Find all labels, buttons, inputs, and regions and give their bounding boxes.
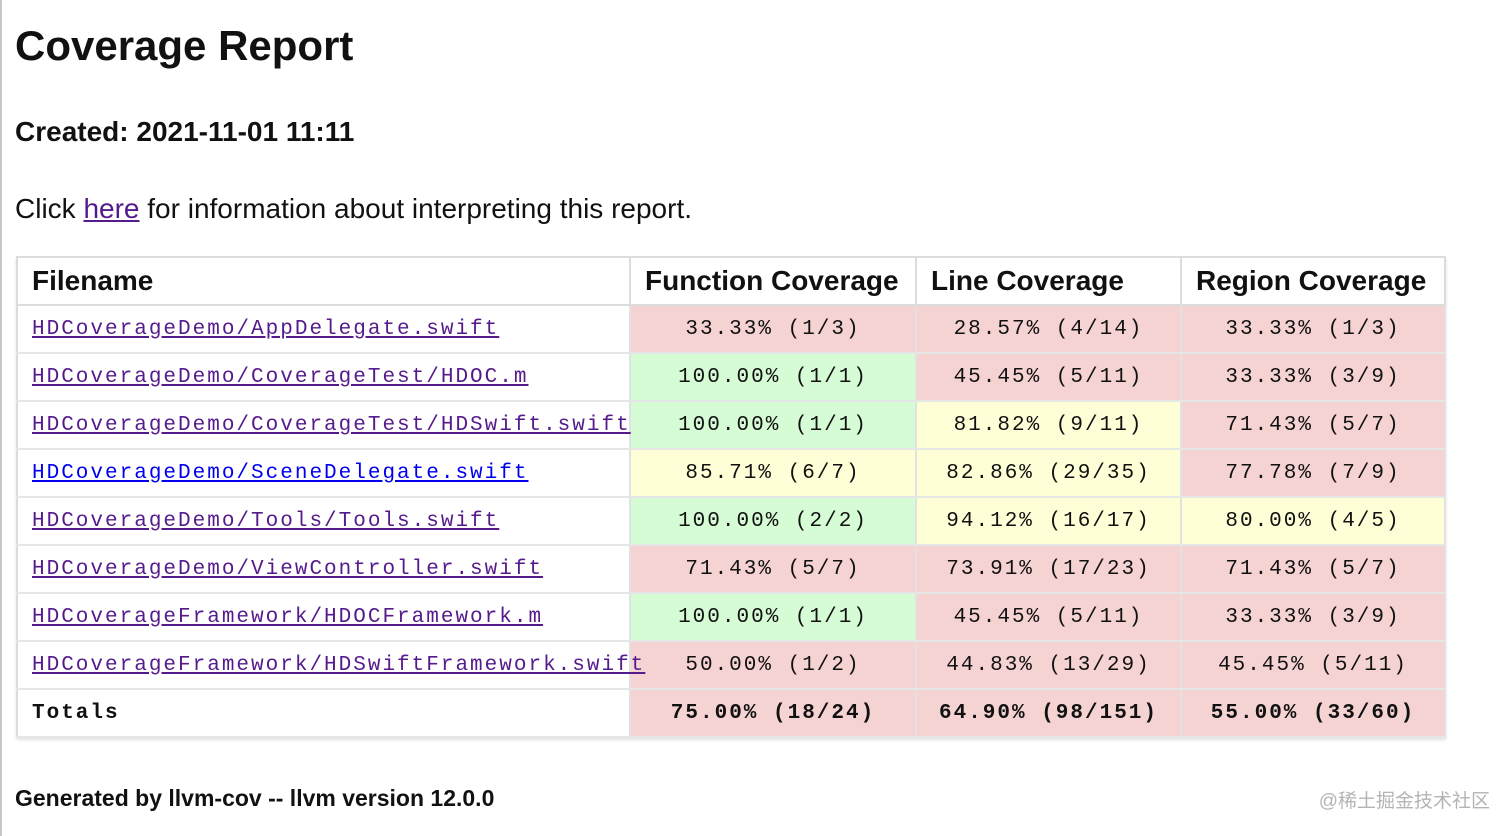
left-border (0, 0, 2, 836)
header-function-coverage: Function Coverage (630, 257, 917, 306)
region-coverage-cell: 71.43% (5/7) (1181, 401, 1446, 450)
line-coverage-cell: 94.12% (16/17) (916, 497, 1182, 546)
header-line-coverage: Line Coverage (916, 257, 1182, 306)
filename-cell: HDCoverageDemo/Tools/Tools.swift (17, 497, 631, 546)
info-text-after: for information about interpreting this … (139, 193, 693, 224)
line-coverage-cell: 81.82% (9/11) (916, 401, 1182, 450)
function-coverage-cell: 33.33% (1/3) (630, 305, 917, 354)
totals-function-coverage: 75.00% (18/24) (630, 689, 917, 738)
totals-row: Totals 75.00% (18/24) 64.90% (98/151) 55.00… (17, 689, 1446, 738)
function-coverage-cell: 100.00% (2/2) (630, 497, 917, 546)
region-coverage-cell: 33.33% (3/9) (1181, 593, 1446, 642)
file-link[interactable]: HDCoverageDemo/AppDelegate.swift (32, 318, 499, 341)
filename-cell: HDCoverageDemo/AppDelegate.swift (17, 305, 631, 354)
totals-line-coverage: 64.90% (98/151) (916, 689, 1182, 738)
filename-cell: HDCoverageDemo/ViewController.swift (17, 545, 631, 594)
line-coverage-cell: 45.45% (5/11) (916, 353, 1182, 402)
info-text-before: Click (15, 193, 84, 224)
header-filename: Filename (17, 257, 631, 306)
page-title: Coverage Report (15, 22, 354, 69)
region-coverage-cell: 71.43% (5/7) (1181, 545, 1446, 594)
line-coverage-cell: 28.57% (4/14) (916, 305, 1182, 354)
totals-region-coverage: 55.00% (33/60) (1181, 689, 1446, 738)
filename-cell: HDCoverageDemo/CoverageTest/HDSwift.swif… (17, 401, 631, 450)
table-row: HDCoverageFramework/HDSwiftFramework.swi… (17, 641, 1446, 690)
created-timestamp: Created: 2021-11-01 11:11 (15, 116, 355, 147)
table-row: HDCoverageDemo/CoverageTest/HDSwift.swif… (17, 401, 1446, 450)
file-link[interactable]: HDCoverageDemo/CoverageTest/HDSwift.swif… (32, 414, 631, 437)
region-coverage-cell: 77.78% (7/9) (1181, 449, 1446, 498)
line-coverage-cell: 44.83% (13/29) (916, 641, 1182, 690)
table-row: HDCoverageFramework/HDOCFramework.m 100.0… (17, 593, 1446, 642)
filename-cell: HDCoverageDemo/SceneDelegate.swift (17, 449, 631, 498)
table-row: HDCoverageDemo/SceneDelegate.swift 85.71%… (17, 449, 1446, 498)
table-row: HDCoverageDemo/CoverageTest/HDOC.m 100.00… (17, 353, 1446, 402)
watermark: @稀土掘金技术社区 (1318, 791, 1490, 812)
line-coverage-cell: 73.91% (17/23) (916, 545, 1182, 594)
table-body: HDCoverageDemo/AppDelegate.swift 33.33% (… (17, 305, 1446, 738)
region-coverage-cell: 45.45% (5/11) (1181, 641, 1446, 690)
table-row: HDCoverageDemo/Tools/Tools.swift 100.00% … (17, 497, 1446, 546)
here-link[interactable]: here (83, 193, 139, 224)
footer-generated-by: Generated by llvm-cov -- llvm version 12… (15, 785, 495, 811)
function-coverage-cell: 100.00% (1/1) (630, 353, 917, 402)
file-link[interactable]: HDCoverageFramework/HDSwiftFramework.swi… (32, 654, 645, 677)
table-row: HDCoverageDemo/AppDelegate.swift 33.33% (… (17, 305, 1446, 354)
file-link[interactable]: HDCoverageDemo/CoverageTest/HDOC.m (32, 366, 528, 389)
totals-label: Totals (17, 689, 631, 738)
table-header-row: Filename Function Coverage Line Coverage… (17, 257, 1446, 306)
function-coverage-cell: 71.43% (5/7) (630, 545, 917, 594)
filename-cell: HDCoverageDemo/CoverageTest/HDOC.m (17, 353, 631, 402)
region-coverage-cell: 80.00% (4/5) (1181, 497, 1446, 546)
header-region-coverage: Region Coverage (1181, 257, 1446, 306)
table-row: HDCoverageDemo/ViewController.swift 71.43… (17, 545, 1446, 594)
file-link[interactable]: HDCoverageFramework/HDOCFramework.m (32, 606, 543, 629)
file-link[interactable]: HDCoverageDemo/ViewController.swift (32, 558, 543, 581)
function-coverage-cell: 100.00% (1/1) (630, 593, 917, 642)
line-coverage-cell: 82.86% (29/35) (916, 449, 1182, 498)
filename-cell: HDCoverageFramework/HDOCFramework.m (17, 593, 631, 642)
file-link[interactable]: HDCoverageDemo/SceneDelegate.swift (32, 462, 528, 485)
region-coverage-cell: 33.33% (1/3) (1181, 305, 1446, 354)
info-text: Click here for information about interpr… (15, 191, 692, 227)
function-coverage-cell: 85.71% (6/7) (630, 449, 917, 498)
region-coverage-cell: 33.33% (3/9) (1181, 353, 1446, 402)
filename-cell: HDCoverageFramework/HDSwiftFramework.swi… (17, 641, 643, 690)
file-link[interactable]: HDCoverageDemo/Tools/Tools.swift (32, 510, 499, 533)
line-coverage-cell: 45.45% (5/11) (916, 593, 1182, 642)
coverage-table: Filename Function Coverage Line Coverage… (16, 256, 1446, 738)
function-coverage-cell: 100.00% (1/1) (630, 401, 917, 450)
function-coverage-cell: 50.00% (1/2) (630, 641, 917, 690)
